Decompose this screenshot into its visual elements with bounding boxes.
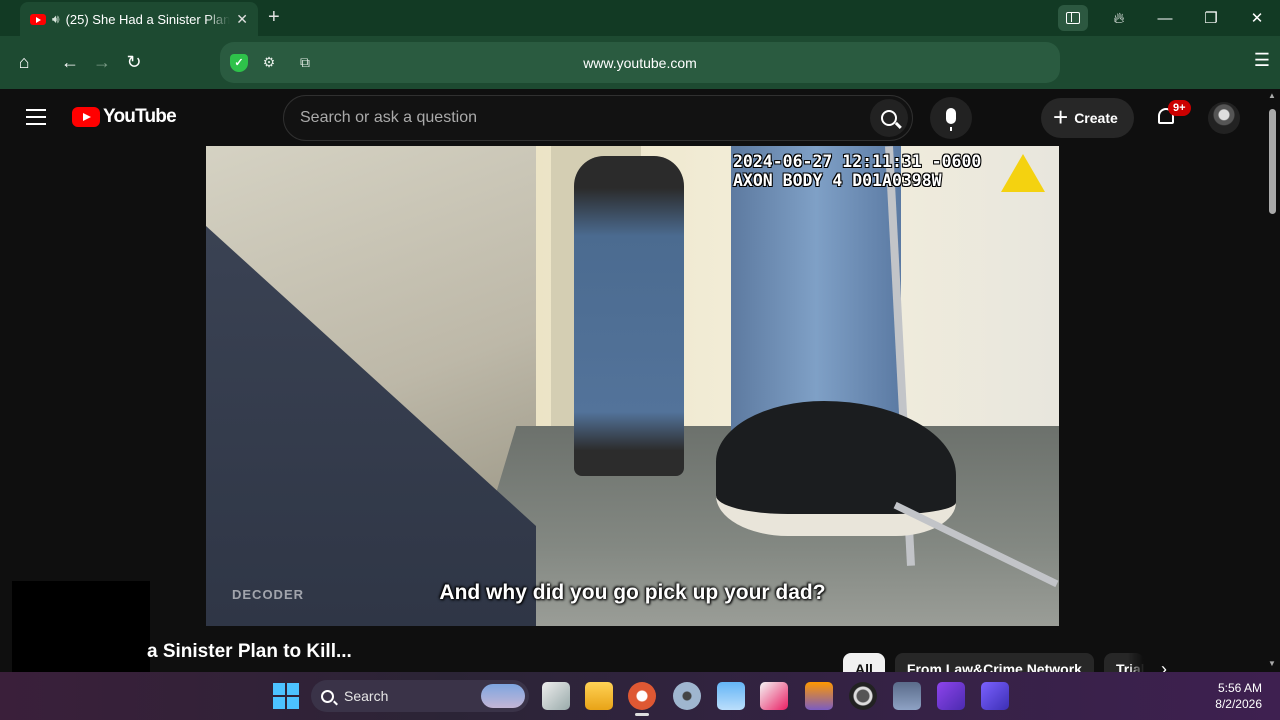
create-button[interactable]: + Create <box>1041 98 1134 138</box>
browser-toolbar: ⌂ ← → ↻ ⚙︎ ⧉ www.youtube.com ☰ <box>0 36 1280 89</box>
related-chips: All From Law&Crime Network Trial <box>843 653 1144 672</box>
browser-menu-button[interactable]: ☰ <box>1254 50 1270 71</box>
guide-menu-button[interactable] <box>26 109 46 125</box>
create-label: Create <box>1074 110 1118 126</box>
yt-header: YouTube + Create 9+ <box>0 89 1265 146</box>
speaker-icon[interactable]: 🔊︎ <box>52 12 60 27</box>
start-button[interactable] <box>272 682 300 710</box>
home-button[interactable]: ⌂ <box>8 47 40 79</box>
browser-tab[interactable]: 🔊︎ (25) She Had a Sinister Plan to Kill.… <box>20 2 258 36</box>
browser-tab-strip: 🔊︎ (25) She Had a Sinister Plan to Kill.… <box>0 0 1280 36</box>
clipchamp-icon[interactable] <box>937 682 965 710</box>
youtube-logo[interactable]: YouTube <box>72 106 177 128</box>
fire-button[interactable]: 🔥︎ <box>1096 0 1142 36</box>
video-title: a Sinister Plan to Kill... <box>147 641 352 662</box>
microphone-icon <box>946 108 956 131</box>
taskbar-search[interactable]: Search <box>311 680 529 712</box>
system-clock[interactable]: 5:56 AM 8/2/2026 <box>1215 680 1262 712</box>
video-caption: And why did you go pick up your dad? <box>439 581 826 604</box>
youtube-favicon-icon <box>30 13 46 25</box>
scroll-up-icon[interactable]: ▲ <box>1268 91 1276 100</box>
forward-button[interactable]: → <box>86 47 118 79</box>
notification-badge: 9+ <box>1168 100 1191 116</box>
close-tab-icon[interactable]: ✕ <box>236 11 248 28</box>
side-panel-icon <box>1066 12 1080 24</box>
new-tab-button[interactable]: + <box>268 6 280 29</box>
scroll-down-icon[interactable]: ▼ <box>1268 659 1276 668</box>
reload-button[interactable]: ↻ <box>118 47 150 79</box>
address-bar[interactable]: ⚙︎ ⧉ www.youtube.com <box>220 42 1060 83</box>
search-icon <box>321 689 334 703</box>
video-player[interactable]: 2024-06-27 12:11:31 -0600 AXON BODY 4 D0… <box>206 146 1059 626</box>
minimize-button[interactable]: — <box>1142 0 1188 36</box>
black-overlay-box <box>12 581 150 672</box>
search-input[interactable] <box>284 109 844 127</box>
tab-title: (25) She Had a Sinister Plan to Kill... <box>65 11 231 27</box>
clock-time: 5:56 AM <box>1217 681 1262 695</box>
bodycam-timestamp-line1: 2024-06-27 12:11:31 -0600 <box>733 152 982 171</box>
search-highlight-icon <box>481 684 525 708</box>
bodycam-timestamp-line2: AXON BODY 4 D01A0398W <box>733 171 942 190</box>
voice-search-button[interactable] <box>930 97 972 139</box>
file-explorer-icon[interactable] <box>585 682 613 710</box>
taskbar-search-label: Search <box>344 688 389 704</box>
chevron-right-icon[interactable]: › <box>1150 655 1178 673</box>
calculator-icon[interactable] <box>893 682 921 710</box>
search-button[interactable] <box>870 99 908 137</box>
back-button[interactable]: ← <box>54 47 86 79</box>
page-scrollbar[interactable]: ▲ ▼ <box>1265 89 1280 672</box>
avatar[interactable] <box>1208 102 1240 134</box>
chip-from-channel[interactable]: From Law&Crime Network <box>894 653 1094 672</box>
task-view-icon[interactable] <box>542 682 570 710</box>
side-panel-button[interactable] <box>1058 5 1088 31</box>
chip-trial[interactable]: Trial <box>1103 653 1144 672</box>
plus-icon: + <box>1053 101 1069 132</box>
axon-logo-icon <box>1001 154 1045 192</box>
restore-button[interactable]: ❐ <box>1188 0 1234 36</box>
bodycam-timestamp: 2024-06-27 12:11:31 -0600 AXON BODY 4 D0… <box>733 152 981 190</box>
youtube-play-icon <box>72 107 100 127</box>
taskbar: Search 5:56 AM 8/2/2026 <box>0 672 1280 720</box>
scroll-thumb[interactable] <box>1269 109 1276 214</box>
app-icon[interactable] <box>981 682 1009 710</box>
video-scene-person <box>574 156 684 476</box>
close-window-button[interactable]: ✕ <box>1234 0 1280 36</box>
fl-studio-icon[interactable] <box>805 682 833 710</box>
duckduckgo-icon[interactable] <box>628 682 656 710</box>
notepad-icon[interactable] <box>717 682 745 710</box>
notifications-button[interactable]: 9+ <box>1155 100 1191 128</box>
search-icon <box>881 110 897 126</box>
search-box <box>283 95 913 141</box>
obs-icon[interactable] <box>849 682 877 710</box>
clock-date: 8/2/2026 <box>1215 697 1262 711</box>
youtube-logo-text: YouTube <box>103 106 177 127</box>
window-controls: 🔥︎ — ❐ ✕ <box>1058 0 1280 36</box>
chip-all[interactable]: All <box>843 653 885 672</box>
paint-icon[interactable] <box>760 682 788 710</box>
url-text: www.youtube.com <box>583 54 697 71</box>
youtube-page: YouTube + Create 9+ 2024-06-27 12:11:31 … <box>0 89 1280 672</box>
settings-icon[interactable] <box>673 682 701 710</box>
active-app-indicator <box>635 713 649 716</box>
